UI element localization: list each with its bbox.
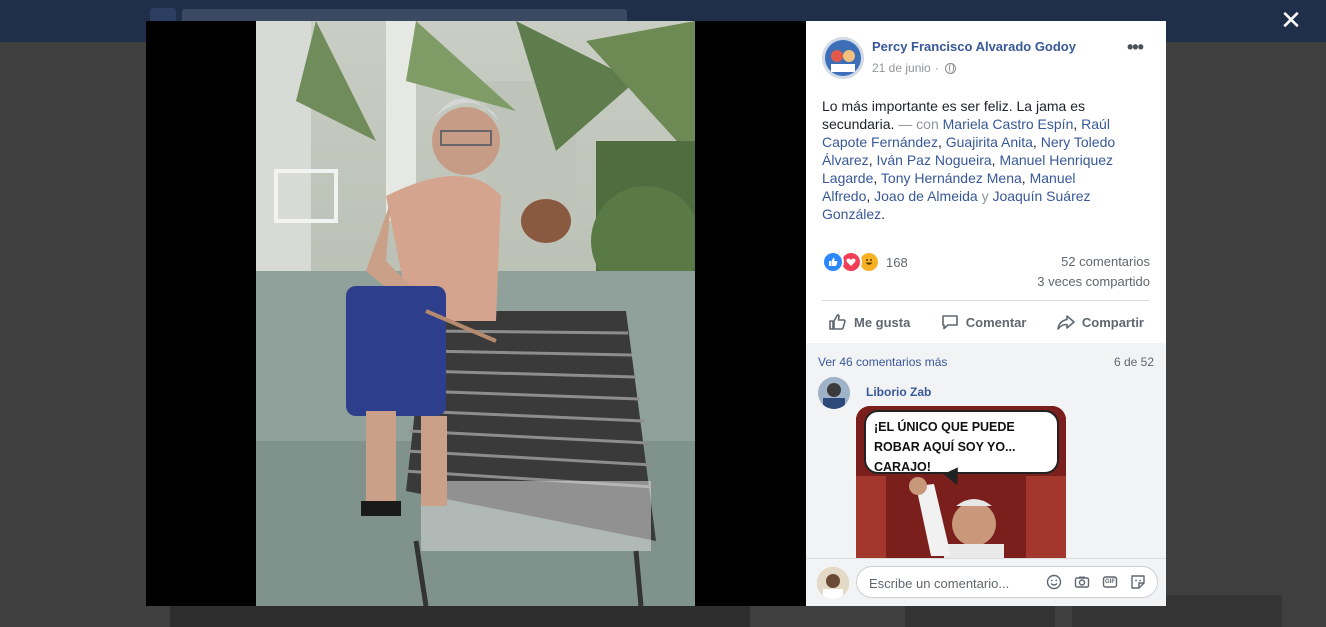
meme-speech-bubble: ¡EL ÚNICO QUE PUEDE ROBAR AQUÍ SOY YO...… [864,410,1059,474]
comment-tools: GIF [1045,573,1147,591]
post-date-line: 21 de junio · [872,61,956,75]
gif-icon[interactable]: GIF [1101,573,1119,591]
post-actions-bar: Me gusta Comentar Compartir [822,302,1150,342]
comment-composer: GIF [806,558,1166,606]
post-side-panel: Percy Francisco Alvarado Godoy 21 de jun… [806,21,1166,606]
thumbs-up-icon [829,314,846,330]
comment-input[interactable] [867,567,1041,599]
like-button[interactable]: Me gusta [822,312,916,332]
text-end-punct: . [881,206,886,222]
tagged-person-link[interactable]: Tony Hernández Mena [881,170,1022,186]
author-avatar[interactable] [822,37,864,79]
and-word: y [981,188,989,204]
more-options-icon[interactable]: ••• [1127,37,1144,58]
post-author-name[interactable]: Percy Francisco Alvarado Godoy [872,39,1076,54]
globe-icon [944,62,956,74]
comment-bubble-icon [941,315,958,330]
share-button-label: Compartir [1081,314,1144,330]
sticker-icon[interactable] [1129,573,1147,591]
comments-pager: 6 de 52 [1113,355,1154,369]
reactions-count: 168 [886,254,908,270]
comment-button-label: Comentar [965,314,1027,330]
tagged-person-link[interactable]: Joao de Almeida [874,188,978,204]
share-button[interactable]: Compartir [1050,312,1150,332]
like-button-label: Me gusta [854,314,911,330]
background-thumbnails [170,606,750,627]
comments-section: Ver 46 comentarios más 6 de 52 Liborio Z… [806,343,1166,558]
commenter-name[interactable]: Liborio Zab [866,385,931,399]
comment-box: GIF [856,566,1158,599]
divider [822,300,1150,301]
tagged-person-link[interactable]: Guajirita Anita [946,134,1033,150]
current-user-avatar [817,567,849,599]
comment-button[interactable]: Comentar [934,312,1033,332]
with-label: — con [898,116,939,132]
post-photo[interactable] [256,21,695,606]
post-date[interactable]: 21 de junio [872,61,931,75]
comments-count-link[interactable]: 52 comentarios [1061,254,1150,269]
tagged-person-link[interactable]: Iván Paz Nogueira [876,152,991,168]
tagged-person-link[interactable]: Mariela Castro Espín [943,116,1074,132]
comment-meme-image[interactable]: ¡EL ÚNICO QUE PUEDE ROBAR AQUÍ SOY YO...… [856,406,1066,558]
photo-stage [146,21,806,606]
camera-icon[interactable] [1073,573,1091,591]
date-separator: · [934,61,939,75]
share-arrow-icon [1057,315,1075,330]
shares-count-link[interactable]: 3 veces compartido [1037,274,1150,289]
emoji-icon[interactable] [1045,573,1063,591]
close-lightbox-icon[interactable]: ✕ [1279,7,1303,33]
post-text: Lo más importante es ser feliz. La jama … [822,98,1116,222]
reactions-summary[interactable]: 168 [822,251,908,273]
see-more-comments-link[interactable]: Ver 46 comentarios más [818,355,947,369]
commenter-avatar[interactable] [818,377,850,409]
like-reaction-icon [822,251,844,273]
gif-label: GIF [1105,579,1115,585]
